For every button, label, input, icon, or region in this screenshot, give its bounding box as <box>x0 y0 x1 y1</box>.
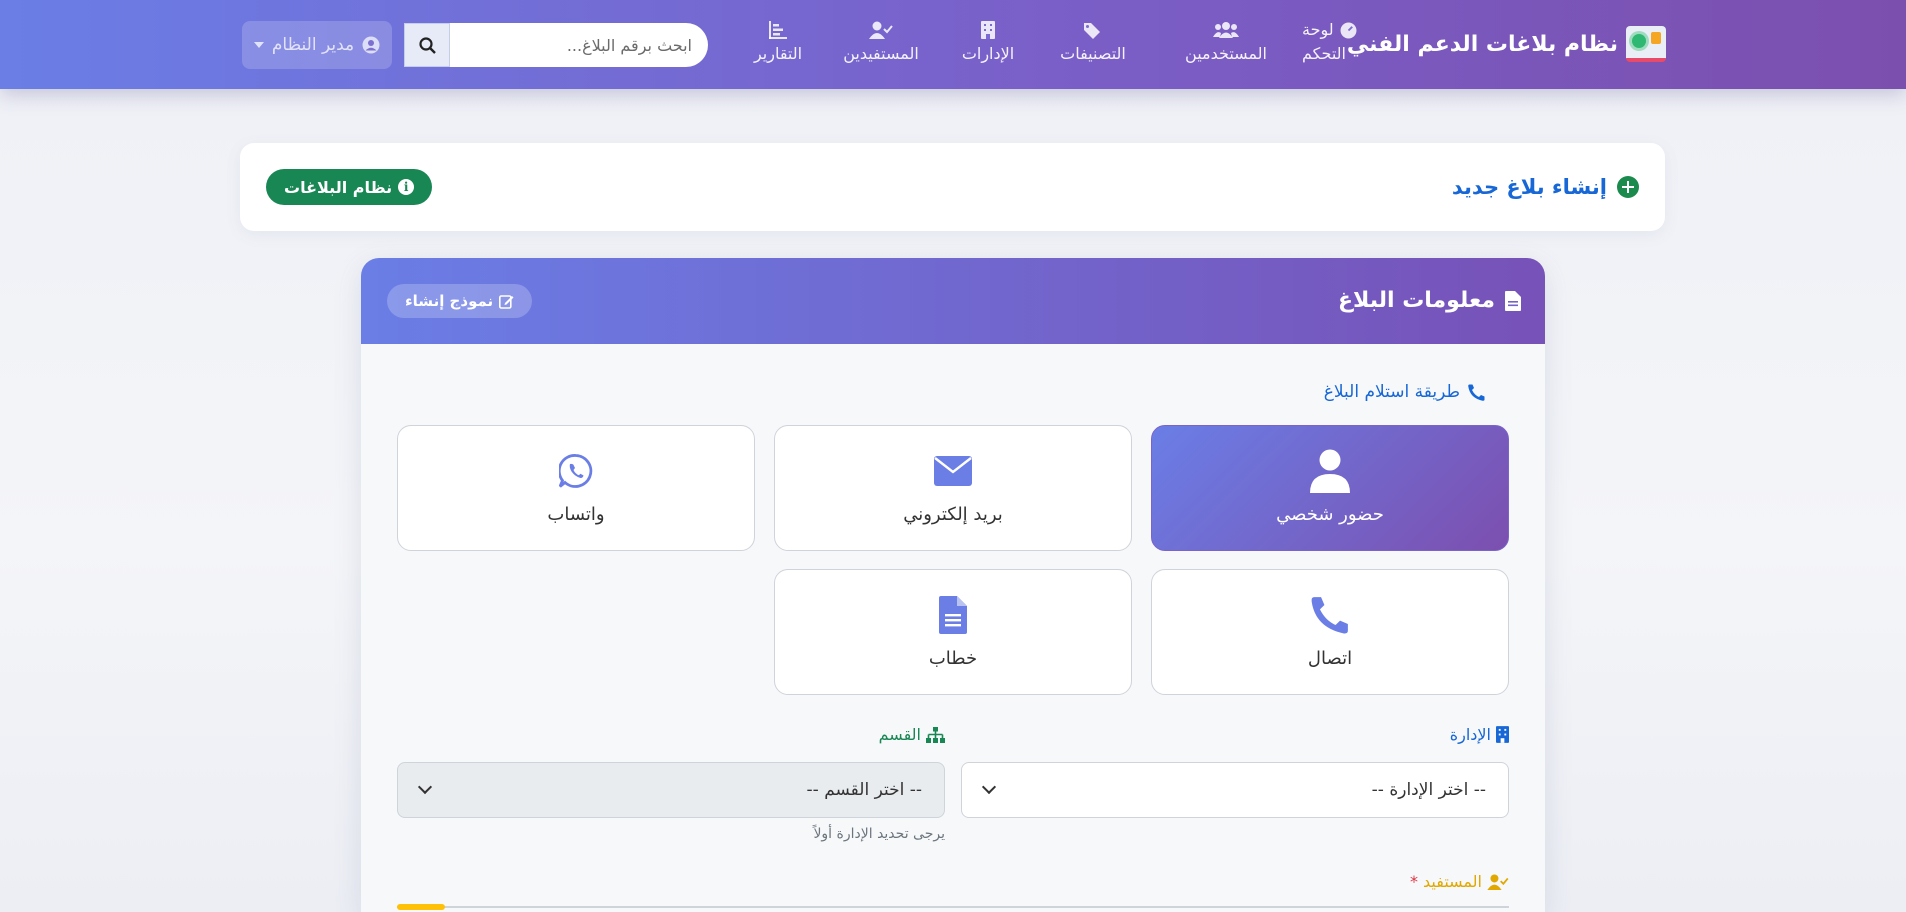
nav-item-users[interactable]: المستخدمين <box>1150 18 1302 72</box>
gauge-icon <box>1340 22 1357 38</box>
plus-circle-icon <box>1617 176 1639 198</box>
chart-bars-icon <box>769 21 787 39</box>
method-whatsapp[interactable]: واتساب <box>397 425 755 551</box>
user-icon <box>1310 449 1350 493</box>
page-header: إنشاء بلاغ جديد i نظام البلاغات <box>240 143 1665 231</box>
phone-icon <box>1311 597 1348 634</box>
edit-icon <box>499 294 514 309</box>
section-hint: يرجى تحديد الإدارة أولاً <box>813 826 945 842</box>
user-check-icon <box>869 21 893 39</box>
card-title: معلومات البلاغ <box>1338 288 1521 313</box>
sitemap-icon <box>926 726 945 743</box>
caret-down-icon <box>253 42 264 48</box>
receipt-method-label: طريقة استلام البلاغ <box>1324 382 1485 402</box>
nav-item-reports[interactable]: التقارير <box>734 18 822 72</box>
chevron-down-icon <box>417 779 433 795</box>
search-form <box>404 23 708 67</box>
chevron-down-icon <box>981 779 997 795</box>
page-title: إنشاء بلاغ جديد <box>1452 175 1639 199</box>
method-call[interactable]: اتصال <box>1151 569 1509 695</box>
building-icon <box>1496 726 1509 743</box>
support-logo-icon <box>1626 26 1666 62</box>
method-email[interactable]: بريد إلكتروني <box>774 425 1132 551</box>
nav-menu: لوحة التحكم المستخدمين التصنيفات الإدارا… <box>734 18 1370 72</box>
department-select[interactable]: -- اختر الإدارة -- <box>961 762 1509 818</box>
user-check-icon <box>1487 873 1509 890</box>
method-in-person[interactable]: حضور شخصي <box>1151 425 1509 551</box>
beneficiary-label: المستفيد * <box>1410 872 1509 891</box>
department-label: الإدارة <box>1450 725 1509 744</box>
system-badge[interactable]: i نظام البلاغات <box>266 169 433 205</box>
phone-icon <box>1468 384 1485 401</box>
card-header: معلومات البلاغ نموذج إنشاء <box>361 258 1545 344</box>
section-label: القسم <box>879 725 945 744</box>
brand-title: نظام بلاغات الدعم الفني <box>1346 31 1618 57</box>
required-mark: * <box>1410 872 1418 891</box>
search-icon <box>418 36 436 54</box>
tags-icon <box>1084 23 1100 39</box>
nav-item-beneficiaries[interactable]: المستفيدين <box>822 18 940 72</box>
building-icon <box>981 21 995 39</box>
search-input[interactable] <box>450 23 708 67</box>
envelope-icon <box>934 456 972 486</box>
users-icon <box>1213 22 1239 38</box>
section-select[interactable]: -- اختر القسم -- <box>397 762 945 818</box>
ticket-form-card: معلومات البلاغ نموذج إنشاء طريقة استلام … <box>361 258 1545 912</box>
info-icon: i <box>398 179 415 195</box>
form-mode-button[interactable]: نموذج إنشاء <box>387 284 533 318</box>
nav-item-dashboard[interactable]: لوحة التحكم <box>1302 18 1370 72</box>
beneficiary-field-edge[interactable] <box>397 904 1509 910</box>
brand[interactable]: نظام بلاغات الدعم الفني <box>1347 24 1666 64</box>
document-icon <box>939 596 967 634</box>
nav-item-departments[interactable]: الإدارات <box>940 18 1036 72</box>
nav-item-categories[interactable]: التصنيفات <box>1036 18 1150 72</box>
user-name: مدير النظام <box>271 35 355 55</box>
whatsapp-icon <box>559 454 593 488</box>
search-button[interactable] <box>404 23 450 67</box>
user-menu-button[interactable]: مدير النظام <box>242 21 392 69</box>
method-letter[interactable]: خطاب <box>774 569 1132 695</box>
top-navbar: نظام بلاغات الدعم الفني لوحة التحكم المس… <box>0 0 1906 89</box>
user-circle-icon <box>362 36 380 54</box>
file-icon <box>1505 290 1521 311</box>
